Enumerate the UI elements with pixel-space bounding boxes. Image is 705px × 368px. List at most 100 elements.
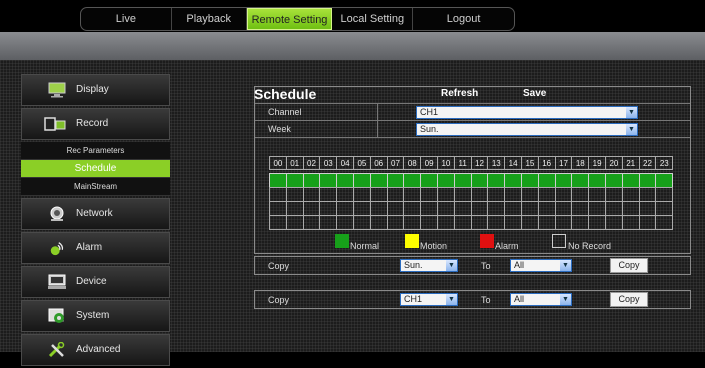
sidebar-item-display[interactable]: Display: [21, 74, 170, 106]
schedule-cell[interactable]: [504, 201, 522, 216]
channel-select[interactable]: CH1 ▼: [416, 106, 638, 119]
schedule-cell[interactable]: [470, 173, 489, 188]
tab-live[interactable]: Live: [81, 8, 172, 30]
schedule-cell[interactable]: [521, 187, 539, 202]
schedule-cell[interactable]: [554, 187, 573, 202]
schedule-cell[interactable]: [588, 187, 606, 202]
schedule-cell[interactable]: [403, 215, 422, 230]
schedule-cell[interactable]: [420, 215, 438, 230]
schedule-cell[interactable]: [470, 187, 489, 202]
schedule-cell[interactable]: [269, 215, 287, 230]
schedule-cell[interactable]: [437, 201, 455, 216]
schedule-cell[interactable]: [537, 173, 556, 188]
schedule-cell[interactable]: [319, 173, 338, 188]
schedule-cell[interactable]: [369, 215, 388, 230]
schedule-cell[interactable]: [302, 215, 321, 230]
schedule-cell[interactable]: [470, 215, 489, 230]
schedule-cell[interactable]: [319, 201, 338, 216]
schedule-cell[interactable]: [588, 173, 606, 188]
schedule-cell[interactable]: [285, 173, 304, 188]
schedule-cell[interactable]: [605, 173, 623, 188]
schedule-cell[interactable]: [353, 187, 371, 202]
sidebar-subitem-rec-parameters[interactable]: Rec Parameters: [21, 142, 170, 160]
schedule-cell[interactable]: [638, 187, 657, 202]
schedule-cell[interactable]: [621, 173, 640, 188]
schedule-cell[interactable]: [655, 201, 674, 216]
schedule-cell[interactable]: [521, 201, 539, 216]
schedule-cell[interactable]: [420, 201, 438, 216]
schedule-cell[interactable]: [655, 215, 674, 230]
schedule-cell[interactable]: [285, 215, 304, 230]
schedule-cell[interactable]: [336, 173, 354, 188]
schedule-cell[interactable]: [420, 187, 438, 202]
schedule-cell[interactable]: [571, 173, 590, 188]
schedule-cell[interactable]: [638, 173, 657, 188]
schedule-cell[interactable]: [487, 201, 506, 216]
sidebar-item-system[interactable]: System: [21, 300, 170, 332]
schedule-cell[interactable]: [554, 201, 573, 216]
schedule-cell[interactable]: [638, 201, 657, 216]
week-select[interactable]: Sun. ▼: [416, 123, 638, 136]
schedule-cell[interactable]: [504, 215, 522, 230]
schedule-cell[interactable]: [621, 201, 640, 216]
sidebar-item-alarm[interactable]: Alarm: [21, 232, 170, 264]
tab-logout[interactable]: Logout: [413, 8, 514, 30]
schedule-cell[interactable]: [269, 173, 287, 188]
schedule-cell[interactable]: [537, 201, 556, 216]
schedule-cell[interactable]: [386, 173, 405, 188]
schedule-cell[interactable]: [403, 187, 422, 202]
schedule-cell[interactable]: [386, 215, 405, 230]
schedule-cell[interactable]: [621, 215, 640, 230]
sidebar-subitem-mainstream[interactable]: MainStream: [21, 178, 170, 196]
copy-channel-from-select[interactable]: CH1 ▼: [400, 293, 458, 306]
schedule-cell[interactable]: [487, 187, 506, 202]
schedule-cell[interactable]: [269, 201, 287, 216]
schedule-cell[interactable]: [554, 215, 573, 230]
sidebar-item-device[interactable]: Device: [21, 266, 170, 298]
schedule-cell[interactable]: [302, 187, 321, 202]
schedule-cell[interactable]: [521, 173, 539, 188]
schedule-cell[interactable]: [353, 201, 371, 216]
schedule-cell[interactable]: [437, 215, 455, 230]
schedule-cell[interactable]: [353, 173, 371, 188]
schedule-cell[interactable]: [487, 215, 506, 230]
schedule-cell[interactable]: [369, 201, 388, 216]
schedule-cell[interactable]: [353, 215, 371, 230]
schedule-cell[interactable]: [554, 173, 573, 188]
tab-remote-setting[interactable]: Remote Setting: [246, 8, 333, 30]
schedule-cell[interactable]: [369, 187, 388, 202]
schedule-cell[interactable]: [605, 187, 623, 202]
schedule-cell[interactable]: [386, 187, 405, 202]
schedule-cell[interactable]: [453, 173, 472, 188]
schedule-cell[interactable]: [621, 187, 640, 202]
copy-week-from-select[interactable]: Sun. ▼: [400, 259, 458, 272]
schedule-cell[interactable]: [302, 201, 321, 216]
schedule-cell[interactable]: [487, 173, 506, 188]
schedule-cell[interactable]: [571, 201, 590, 216]
schedule-cell[interactable]: [302, 173, 321, 188]
schedule-cell[interactable]: [537, 187, 556, 202]
sidebar-subitem-schedule[interactable]: Schedule: [21, 160, 170, 178]
schedule-cell[interactable]: [588, 215, 606, 230]
copy-week-button[interactable]: Copy: [610, 258, 648, 273]
sidebar-item-record[interactable]: Record: [21, 108, 170, 140]
schedule-cell[interactable]: [655, 187, 674, 202]
schedule-cell[interactable]: [437, 173, 455, 188]
schedule-cell[interactable]: [605, 201, 623, 216]
tab-local-setting[interactable]: Local Setting: [332, 8, 414, 30]
schedule-cell[interactable]: [470, 201, 489, 216]
save-button[interactable]: Save: [523, 88, 546, 99]
schedule-cell[interactable]: [504, 173, 522, 188]
schedule-cell[interactable]: [453, 187, 472, 202]
schedule-cell[interactable]: [336, 215, 354, 230]
schedule-cell[interactable]: [285, 187, 304, 202]
tab-playback[interactable]: Playback: [172, 8, 247, 30]
refresh-button[interactable]: Refresh: [441, 88, 478, 99]
schedule-cell[interactable]: [403, 173, 422, 188]
schedule-cell[interactable]: [605, 215, 623, 230]
schedule-cell[interactable]: [319, 187, 338, 202]
schedule-cell[interactable]: [369, 173, 388, 188]
schedule-cell[interactable]: [571, 187, 590, 202]
schedule-cell[interactable]: [453, 201, 472, 216]
copy-channel-to-select[interactable]: All ▼: [510, 293, 572, 306]
